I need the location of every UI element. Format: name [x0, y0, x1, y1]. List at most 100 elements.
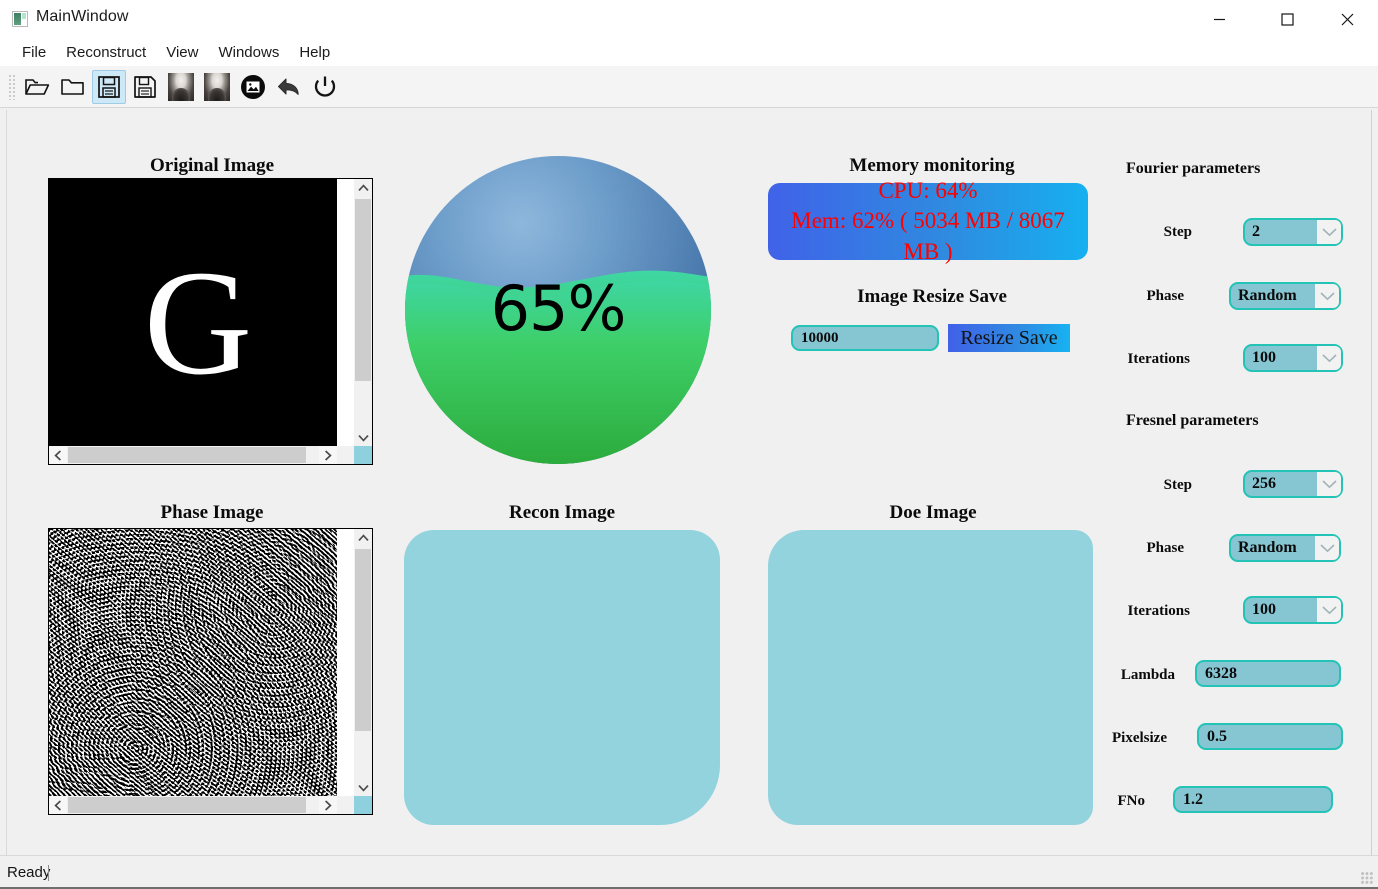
undo-arrow-icon: [278, 78, 299, 95]
image-resize-save-title: Image Resize Save: [857, 286, 1007, 307]
chevron-down-icon[interactable]: [1317, 346, 1341, 370]
fourier-step-value: 2: [1252, 223, 1260, 240]
load-portrait-button[interactable]: [164, 70, 198, 104]
scroll-up-icon[interactable]: [354, 529, 372, 547]
vertical-scroll-thumb[interactable]: [355, 549, 371, 731]
original-image-viewer[interactable]: G: [48, 178, 373, 465]
scroll-up-icon[interactable]: [354, 179, 372, 197]
chevron-down-icon[interactable]: [1315, 284, 1339, 308]
menu-item-view[interactable]: View: [156, 42, 208, 63]
fresnel-pixelsize-label: Pixelsize: [1112, 730, 1167, 746]
resize-grip[interactable]: [1361, 872, 1374, 885]
resize-value-input[interactable]: [791, 325, 939, 351]
phase-image-viewer[interactable]: [48, 528, 373, 815]
portrait-photo-icon: [168, 72, 194, 101]
fourier-phase-value: Random: [1238, 287, 1297, 304]
doe-image-placeholder[interactable]: [768, 530, 1093, 825]
scroll-right-icon[interactable]: [319, 796, 337, 814]
undo-button[interactable]: [272, 70, 306, 104]
open-file-button[interactable]: [20, 70, 54, 104]
open-folder-outline-icon: [25, 78, 50, 95]
close-icon: [1341, 13, 1353, 25]
save-as-button[interactable]: [128, 70, 162, 104]
fresnel-parameters-group-title: Fresnel parameters: [1126, 412, 1259, 429]
scroll-left-icon[interactable]: [49, 796, 67, 814]
phase-image-title: Phase Image: [160, 502, 264, 523]
toolbar-drag-handle[interactable]: [8, 73, 16, 100]
fresnel-pixelsize-input[interactable]: [1197, 723, 1343, 750]
memory-monitoring-box: CPU: 64% Mem: 62% ( 5034 MB / 8067 MB ): [768, 178, 1088, 264]
menu-item-windows[interactable]: Windows: [208, 42, 289, 63]
maximize-button[interactable]: [1264, 0, 1310, 38]
progress-percent-label: 65%: [490, 272, 627, 346]
save-button[interactable]: [92, 69, 126, 104]
work-area: Original Image G Phase Image 65% Memory …: [6, 110, 1372, 855]
resize-save-button[interactable]: Resize Save: [948, 324, 1070, 352]
chevron-down-icon[interactable]: [1317, 598, 1341, 622]
phase-speckle-pattern: [49, 529, 337, 797]
menu-item-file[interactable]: File: [12, 42, 56, 63]
progress-water-ball: 65%: [405, 156, 711, 464]
fourier-parameters-group-title: Fourier parameters: [1126, 160, 1261, 177]
fourier-step-combo[interactable]: 2: [1243, 218, 1343, 246]
menu-item-help[interactable]: Help: [289, 42, 340, 63]
original-image-scroll-corner: [354, 446, 372, 464]
original-image-vertical-scrollbar[interactable]: [354, 179, 372, 447]
recon-image-placeholder[interactable]: [404, 530, 720, 825]
fourier-iterations-combo[interactable]: 100: [1243, 344, 1343, 372]
memory-usage-text: Mem: 62% ( 5034 MB / 8067 MB ): [791, 208, 1065, 264]
doe-image-title: Doe Image: [889, 502, 977, 523]
scroll-left-icon[interactable]: [49, 446, 67, 464]
phase-image-horizontal-scrollbar[interactable]: [49, 796, 355, 814]
exit-button[interactable]: [308, 70, 342, 104]
maximize-icon: [1280, 12, 1294, 26]
save-floppy-icon: [98, 75, 120, 98]
memory-monitoring-title: Memory monitoring: [849, 155, 1015, 176]
phase-image-vertical-scrollbar[interactable]: [354, 529, 372, 797]
scroll-down-icon[interactable]: [354, 429, 372, 447]
fresnel-iterations-label: Iterations: [1127, 603, 1191, 619]
fourier-iterations-label: Iterations: [1127, 351, 1191, 367]
original-image-horizontal-scrollbar[interactable]: [49, 446, 355, 464]
scroll-right-icon[interactable]: [319, 446, 337, 464]
show-picture-button[interactable]: [236, 70, 270, 104]
save-as-floppy-icon: [134, 75, 156, 98]
chevron-down-icon[interactable]: [1317, 220, 1341, 244]
horizontal-scroll-thumb[interactable]: [68, 447, 306, 463]
chevron-down-icon[interactable]: [1317, 472, 1341, 496]
fresnel-iterations-combo[interactable]: 100: [1243, 596, 1343, 624]
fresnel-fno-input[interactable]: [1173, 786, 1333, 813]
recon-image-title: Recon Image: [508, 502, 616, 523]
title-bar: MainWindow: [0, 0, 1378, 39]
original-image-letter: G: [143, 240, 253, 406]
vertical-scroll-thumb[interactable]: [355, 199, 371, 381]
menu-item-reconstruct[interactable]: Reconstruct: [56, 42, 156, 63]
close-button[interactable]: [1324, 0, 1370, 38]
minimize-button[interactable]: [1196, 0, 1242, 38]
fourier-phase-combo[interactable]: Random: [1229, 282, 1341, 310]
status-message: Ready: [7, 864, 51, 881]
load-portrait-2-button[interactable]: [200, 70, 234, 104]
status-caret: [48, 865, 49, 881]
resize-save-label: Resize Save: [960, 326, 1058, 349]
open-folder-button[interactable]: [56, 70, 90, 104]
fresnel-phase-combo[interactable]: Random: [1229, 534, 1341, 562]
minimize-icon: [1213, 18, 1225, 20]
horizontal-scroll-thumb[interactable]: [68, 797, 306, 813]
original-image-title: Original Image: [149, 155, 275, 176]
fourier-step-label: Step: [1163, 224, 1192, 240]
fourier-iterations-value: 100: [1252, 349, 1276, 366]
power-icon: [314, 76, 336, 97]
fresnel-lambda-label: Lambda: [1120, 667, 1175, 683]
portrait-photo-2-icon: [204, 72, 230, 101]
picture-circle-icon: [241, 74, 265, 99]
fresnel-step-value: 256: [1252, 475, 1276, 492]
fresnel-lambda-input[interactable]: [1195, 660, 1341, 687]
menu-bar: File Reconstruct View Windows Help: [0, 38, 1378, 66]
cpu-usage-text: CPU: 64%: [878, 177, 978, 203]
window-title: MainWindow: [36, 8, 129, 25]
scroll-down-icon[interactable]: [354, 779, 372, 797]
chevron-down-icon[interactable]: [1315, 536, 1339, 560]
fresnel-step-combo[interactable]: 256: [1243, 470, 1343, 498]
folder-icon: [61, 78, 84, 95]
